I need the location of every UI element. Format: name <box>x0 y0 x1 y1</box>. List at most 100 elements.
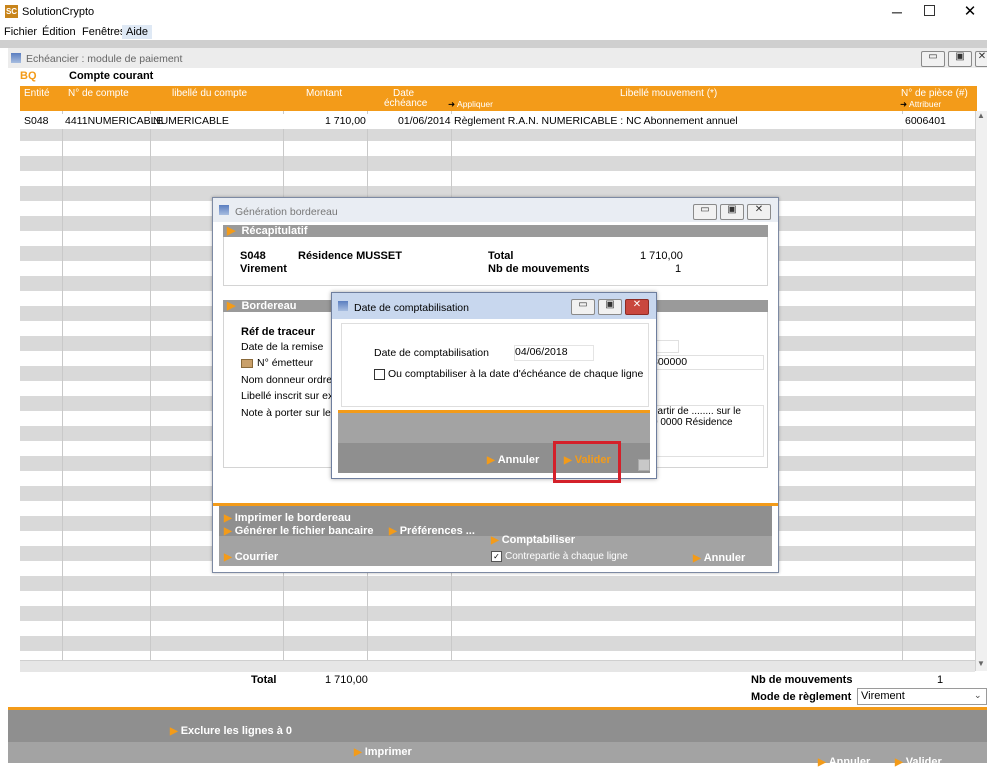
date-label: Date de comptabilisation <box>374 347 489 359</box>
bordereau-maximize-button[interactable]: ▣ <box>720 204 744 220</box>
menu-fenetres[interactable]: Fenêtres <box>82 26 125 38</box>
col-libelle-mouvement[interactable]: Libellé mouvement (*) <box>620 88 717 99</box>
recap-nb-label: Nb de mouvements <box>488 263 590 275</box>
child-minimize-button[interactable]: ▭ <box>921 51 945 67</box>
bordereau-close-button[interactable]: ✕ <box>747 204 771 220</box>
recap-section-header: ▶ Récapitulatif <box>223 225 768 237</box>
window-icon <box>219 205 229 215</box>
exclure-lignes-label: Exclure les lignes à 0 <box>180 725 292 737</box>
valider-main-button[interactable]: ▶ Valider <box>895 756 942 768</box>
scroll-down-icon[interactable]: ▼ <box>977 659 985 668</box>
generer-fichier-label: Générer le fichier bancaire <box>234 525 374 537</box>
entity-name: Résidence MUSSET <box>298 250 402 262</box>
comptabiliser-button[interactable]: ▶ Comptabiliser <box>491 534 575 546</box>
dialog-annuler-label: Annuler <box>497 454 540 466</box>
emetteur-field[interactable]: 300000 <box>651 355 764 370</box>
exclure-lignes-button[interactable]: ▶ Exclure les lignes à 0 <box>170 725 292 737</box>
generer-fichier-button[interactable]: ▶ Générer le fichier bancaire <box>224 525 374 537</box>
cell-montant: 1 710,00 <box>325 115 366 127</box>
bordereau-titlebar: Génération bordereau ▭ ▣ ✕ <box>213 198 778 222</box>
recap-total-label: Total <box>488 250 514 262</box>
bordereau-header-label: Bordereau <box>241 300 297 312</box>
courrier-button[interactable]: ▶ Courrier <box>224 551 278 563</box>
table-row[interactable]: S048 4411NUMERICABLE NUMERICABLE 1 710,0… <box>20 114 975 129</box>
resize-grip-icon[interactable] <box>638 459 650 471</box>
menu-edition[interactable]: Édition <box>42 26 76 38</box>
note-value-line2: 0 0000 Résidence <box>652 417 733 428</box>
emetteur-value: 300000 <box>652 356 688 368</box>
app-titlebar: SC SolutionCrypto ─ ✕ <box>0 0 987 24</box>
cell-entite: S048 <box>24 115 49 127</box>
close-icon[interactable]: ✕ <box>963 4 977 20</box>
child-close-button[interactable]: ✕ <box>975 51 987 67</box>
arrow-right-icon: ▶ <box>491 535 499 546</box>
grid-hscrollbar[interactable] <box>20 660 975 672</box>
minimize-icon[interactable]: ─ <box>887 4 907 20</box>
maximize-icon[interactable] <box>924 5 935 16</box>
dialog-annuler-button[interactable]: ▶ Annuler <box>487 454 539 466</box>
cell-date: 01/06/2014 <box>398 115 451 127</box>
note-value-line1: partir de ........ sur le <box>652 406 741 417</box>
courrier-label: Courrier <box>234 551 279 563</box>
arrow-right-icon: ▶ <box>227 300 236 312</box>
date-value: 04/06/2018 <box>515 346 568 358</box>
mode-reglement-value: Virement <box>861 690 905 702</box>
annuler-main-label: Annuler <box>828 756 871 768</box>
arrow-right-icon: ▶ <box>487 455 495 466</box>
cell-piece: 6006401 <box>905 115 946 127</box>
date-dialog-action-panel <box>338 413 650 443</box>
date-dialog-titlebar: Date de comptabilisation ▭ ▣ ✕ <box>332 293 656 319</box>
child-maximize-button[interactable]: ▣ <box>948 51 972 67</box>
dialog-close-button[interactable]: ✕ <box>625 299 649 315</box>
col-libelle-compte[interactable]: libellé du compte <box>172 88 247 99</box>
payment-type: Virement <box>240 263 287 275</box>
dialog-maximize-button[interactable]: ▣ <box>598 299 622 315</box>
appliquer-button[interactable]: ➜ Appliquer <box>448 99 493 110</box>
note-label: Note à porter sur le l <box>241 407 337 419</box>
checkbox-empty-icon <box>374 368 385 380</box>
recap-nb-value: 1 <box>675 263 682 275</box>
folder-icon <box>241 358 253 368</box>
nb-mouvements-value: 1 <box>937 674 944 686</box>
col-piece[interactable]: N° de pièce (#) <box>901 88 968 99</box>
dialog-minimize-button[interactable]: ▭ <box>571 299 595 315</box>
checkbox-checked-icon: ✓ <box>491 551 502 562</box>
date-dialog-title: Date de comptabilisation <box>354 302 469 314</box>
bordereau-minimize-button[interactable]: ▭ <box>693 204 717 220</box>
mode-reglement-select[interactable]: Virement ⌄ <box>857 688 987 705</box>
menu-fichier[interactable]: Fichier <box>4 26 37 38</box>
col-entite[interactable]: Entité <box>24 88 50 99</box>
col-date-echeance[interactable]: échéance <box>384 98 427 109</box>
main-window-title: Echéancier : module de paiement <box>26 53 183 65</box>
col-compte[interactable]: N° de compte <box>68 88 129 99</box>
chevron-down-icon: ⌄ <box>974 690 982 700</box>
ref-traceur-label: Réf de traceur <box>241 326 315 338</box>
date-remise-label: Date de la remise <box>241 341 324 353</box>
imprimer-bordereau-label: Imprimer le bordereau <box>234 512 351 524</box>
imprimer-bordereau-button[interactable]: ▶ Imprimer le bordereau <box>224 512 351 524</box>
total-label: Total <box>251 674 277 686</box>
attribuer-button[interactable]: ➜ Attribuer <box>900 99 941 110</box>
arrow-right-icon: ▶ <box>227 225 236 237</box>
annuler-bordereau-button[interactable]: ▶ Annuler <box>693 552 745 564</box>
date-input[interactable]: 04/06/2018 <box>514 345 594 361</box>
contrepartie-checkbox[interactable]: ✓ Contrepartie à chaque ligne <box>491 551 628 562</box>
arrow-right-icon: ▶ <box>224 526 232 537</box>
imprimer-button[interactable]: ▶ Imprimer <box>354 746 412 758</box>
scroll-up-icon[interactable]: ▲ <box>977 111 985 120</box>
note-field[interactable]: partir de ........ sur le 0 0000 Résiden… <box>651 405 764 457</box>
emetteur-button[interactable]: N° émetteur <box>241 357 313 369</box>
echeance-checkbox[interactable]: Ou comptabiliser à la date d'échéance de… <box>374 368 643 380</box>
emetteur-label: N° émetteur <box>257 357 314 369</box>
grid-scrollbar[interactable]: ▲ ▼ <box>975 111 987 671</box>
libelle-extrait-label: Libellé inscrit sur extr <box>241 390 340 402</box>
col-montant[interactable]: Montant <box>306 88 342 99</box>
imprimer-label: Imprimer <box>364 746 412 758</box>
journal-label: Compte courant <box>69 70 154 82</box>
menu-aide[interactable]: Aide <box>122 25 153 39</box>
journal-code: BQ <box>20 70 37 82</box>
attribuer-label: Attribuer <box>909 99 942 109</box>
comptabiliser-label: Comptabiliser <box>501 534 576 546</box>
preferences-button[interactable]: ▶ Préférences ... <box>389 525 475 537</box>
annuler-main-button[interactable]: ▶ Annuler <box>818 756 870 768</box>
